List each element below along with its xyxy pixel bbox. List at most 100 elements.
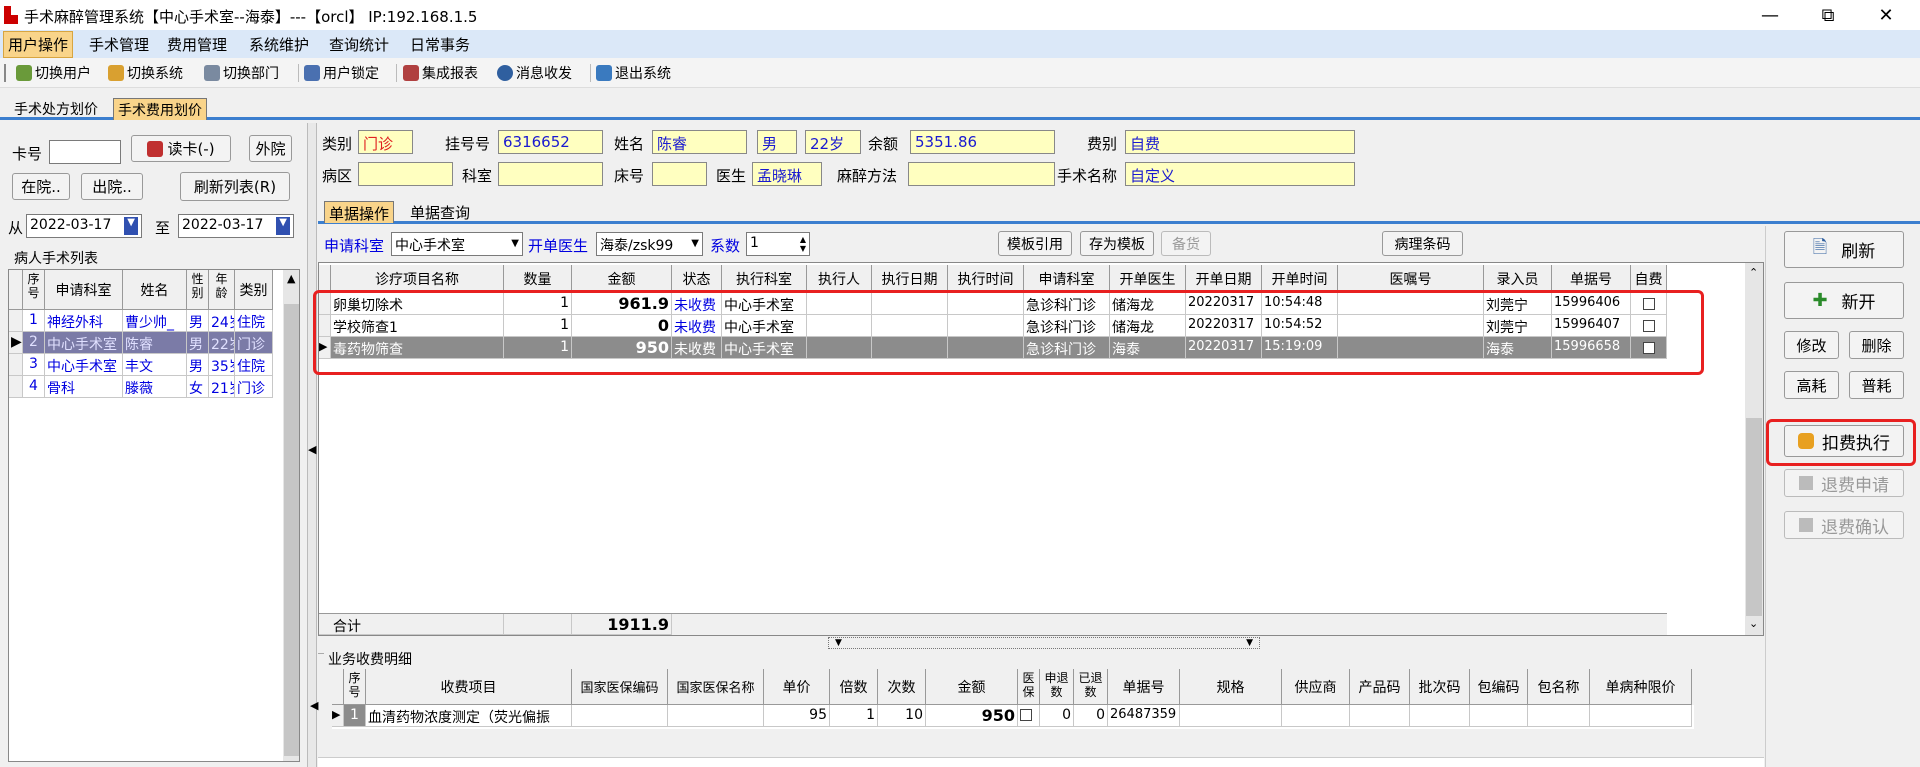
apply-dept-select[interactable]: 中心手术室 ▼	[391, 232, 523, 256]
bed-field[interactable]	[652, 162, 707, 186]
insured-checkbox[interactable]	[1020, 709, 1032, 721]
chevron-down-icon[interactable]: ▼	[276, 217, 290, 235]
template-use-button[interactable]: 模板引用	[998, 231, 1072, 256]
tab-fee-pricing[interactable]: 手术费用划价	[113, 98, 207, 120]
splitter-handle[interactable]: ▼ ▼	[828, 637, 1260, 649]
surgery-name-field[interactable]: 自定义	[1125, 162, 1355, 186]
tab-prescription-pricing[interactable]: 手术处方划价	[10, 98, 102, 120]
high-consumable-button[interactable]: 高耗	[1784, 371, 1839, 399]
dept-field[interactable]	[498, 162, 603, 186]
chevron-down-icon[interactable]: ▼	[691, 235, 699, 253]
patient-grid-scrollbar[interactable]: ▲	[283, 270, 299, 761]
outpatient-button[interactable]: 外院	[249, 135, 292, 162]
date-from-picker[interactable]: 2022-03-17 ▼	[26, 214, 142, 238]
patient-row[interactable]: 4 骨科 滕薇 女 21岁 门诊	[9, 376, 273, 398]
dept-label: 科室	[462, 167, 493, 185]
save-template-button[interactable]: 存为模板	[1080, 231, 1154, 256]
balance-field[interactable]: 5351.86	[910, 130, 1055, 154]
refresh-button[interactable]: 🗎 刷新	[1784, 231, 1904, 268]
normal-consumable-button[interactable]: 普耗	[1849, 371, 1904, 399]
patient-row-selected[interactable]: ▶ 2 中心手术室 陈睿 男 22岁 门诊	[9, 332, 273, 354]
menu-query-stats[interactable]: 查询统计	[329, 34, 389, 55]
cell-name: 丰文	[123, 354, 187, 376]
read-card-button[interactable]: 读卡(-)	[131, 135, 231, 162]
cell-unit-price: 95	[764, 705, 830, 727]
patient-row[interactable]: 1 神经外科 曹少帅_ 男 24岁 住院	[9, 310, 273, 332]
doctor-field[interactable]: 孟晓琳	[752, 162, 822, 186]
col-header: 单据号	[1108, 669, 1180, 705]
stepper-arrows-icon[interactable]: ▲ ▼	[800, 235, 806, 253]
patient-row[interactable]: 3 中心手术室 丰文 男 35岁 住院	[9, 354, 273, 376]
date-to-picker[interactable]: 2022-03-17 ▼	[178, 214, 294, 238]
user-lock-icon	[304, 65, 320, 81]
refresh-list-button[interactable]: 刷新列表(R)	[180, 172, 290, 201]
cell-package-code	[1470, 705, 1528, 727]
col-header: 申退数	[1040, 669, 1074, 705]
menu-system-maint[interactable]: 系统维护	[249, 34, 309, 55]
chevron-left-icon[interactable]: ◀	[308, 443, 316, 456]
chevron-down-icon[interactable]: ▼	[124, 217, 138, 235]
close-icon[interactable]: ✕	[1857, 0, 1915, 30]
tab-document-ops[interactable]: 单据操作	[324, 201, 395, 223]
user-lock-button[interactable]: 用户锁定	[304, 63, 379, 83]
refund-confirm-button[interactable]: 退费确认	[1784, 511, 1904, 539]
scroll-up-icon[interactable]: ⌃	[1749, 266, 1758, 279]
fee-type-field[interactable]: 自费	[1125, 130, 1355, 154]
menu-daily-affairs[interactable]: 日常事务	[410, 34, 470, 55]
new-button[interactable]: ✚ 新开	[1784, 282, 1904, 319]
switch-user-button[interactable]: 切换用户	[16, 63, 91, 83]
exit-system-button[interactable]: 退出系统	[596, 63, 671, 83]
chevron-down-icon[interactable]: ▼	[1246, 638, 1253, 648]
order-doctor-select[interactable]: 海泰/zsk99 ▼	[596, 232, 703, 256]
message-button[interactable]: 消息收发	[497, 63, 572, 83]
cell-type: 门诊	[235, 332, 273, 354]
reg-no-field[interactable]: 6316652	[498, 130, 603, 154]
integrated-report-button[interactable]: 集成报表	[403, 63, 478, 83]
in-hospital-button[interactable]: 在院..	[12, 173, 70, 200]
chevron-down-icon[interactable]: ▼	[511, 235, 519, 253]
to-label: 至	[155, 219, 171, 237]
menu-user-ops[interactable]: 用户操作	[3, 31, 74, 58]
delete-button[interactable]: 删除	[1849, 331, 1904, 359]
stock-button[interactable]: 备货	[1161, 231, 1211, 256]
switch-dept-button[interactable]: 切换部门	[204, 63, 279, 83]
col-header: 单病种限价	[1590, 669, 1692, 705]
cell-insurance-name	[668, 705, 764, 727]
col-header: 录入员	[1484, 265, 1552, 293]
detail-row[interactable]: ▶ 1 血清药物浓度测定（荧光偏振 95 1 10 950 0 0 264873…	[332, 705, 1692, 727]
chevron-down-icon[interactable]: ▼	[835, 638, 842, 648]
tab-document-query[interactable]: 单据查询	[406, 201, 474, 223]
anesthesia-field[interactable]	[908, 162, 1055, 186]
col-header: 执行人	[807, 265, 872, 293]
menu-surgery-mgmt[interactable]: 手术管理	[89, 34, 149, 55]
refund-apply-button[interactable]: 退费申请	[1784, 469, 1904, 497]
scroll-up-icon[interactable]: ▲	[287, 272, 295, 285]
ward-field[interactable]	[358, 162, 453, 186]
type-field[interactable]: 门诊	[358, 130, 413, 154]
scroll-thumb[interactable]	[1746, 418, 1762, 616]
minimize-icon[interactable]: —	[1741, 0, 1799, 30]
cell-product-code	[1350, 705, 1410, 727]
name-field[interactable]: 陈睿	[652, 130, 747, 154]
fee-grid-scrollbar[interactable]: ⌃ ⌄	[1745, 263, 1763, 635]
scroll-down-icon[interactable]: ⌄	[1749, 617, 1758, 630]
switch-system-button[interactable]: 切换系统	[108, 63, 183, 83]
detail-grid-header: 序号 收费项目 国家医保编码 国家医保名称 单价 倍数 次数 金额 医保 申退数…	[332, 669, 1692, 705]
restore-icon[interactable]: ⧉	[1799, 0, 1857, 30]
modify-button[interactable]: 修改	[1784, 331, 1839, 359]
chevron-left-icon[interactable]: ◀	[310, 669, 318, 767]
card-input[interactable]	[49, 140, 121, 164]
cell-type: 住院	[235, 354, 273, 376]
coef-stepper[interactable]: 1 ▲ ▼	[746, 232, 810, 256]
pathology-barcode-button[interactable]: 病理条码	[1382, 231, 1463, 256]
sex-field[interactable]: 男	[757, 130, 797, 154]
detail-rows: ▶ 1 血清药物浓度测定（荧光偏振 95 1 10 950 0 0 264873…	[332, 705, 1694, 729]
age-field[interactable]: 22岁	[805, 130, 861, 154]
department-icon	[204, 65, 220, 81]
report-icon	[403, 65, 419, 81]
discharged-button[interactable]: 出院..	[81, 173, 143, 200]
menu-fee-mgmt[interactable]: 费用管理	[167, 34, 227, 55]
cell-package-name	[1528, 705, 1590, 727]
scroll-thumb[interactable]	[284, 304, 299, 756]
refresh-doc-icon: 🗎	[1812, 236, 1828, 258]
